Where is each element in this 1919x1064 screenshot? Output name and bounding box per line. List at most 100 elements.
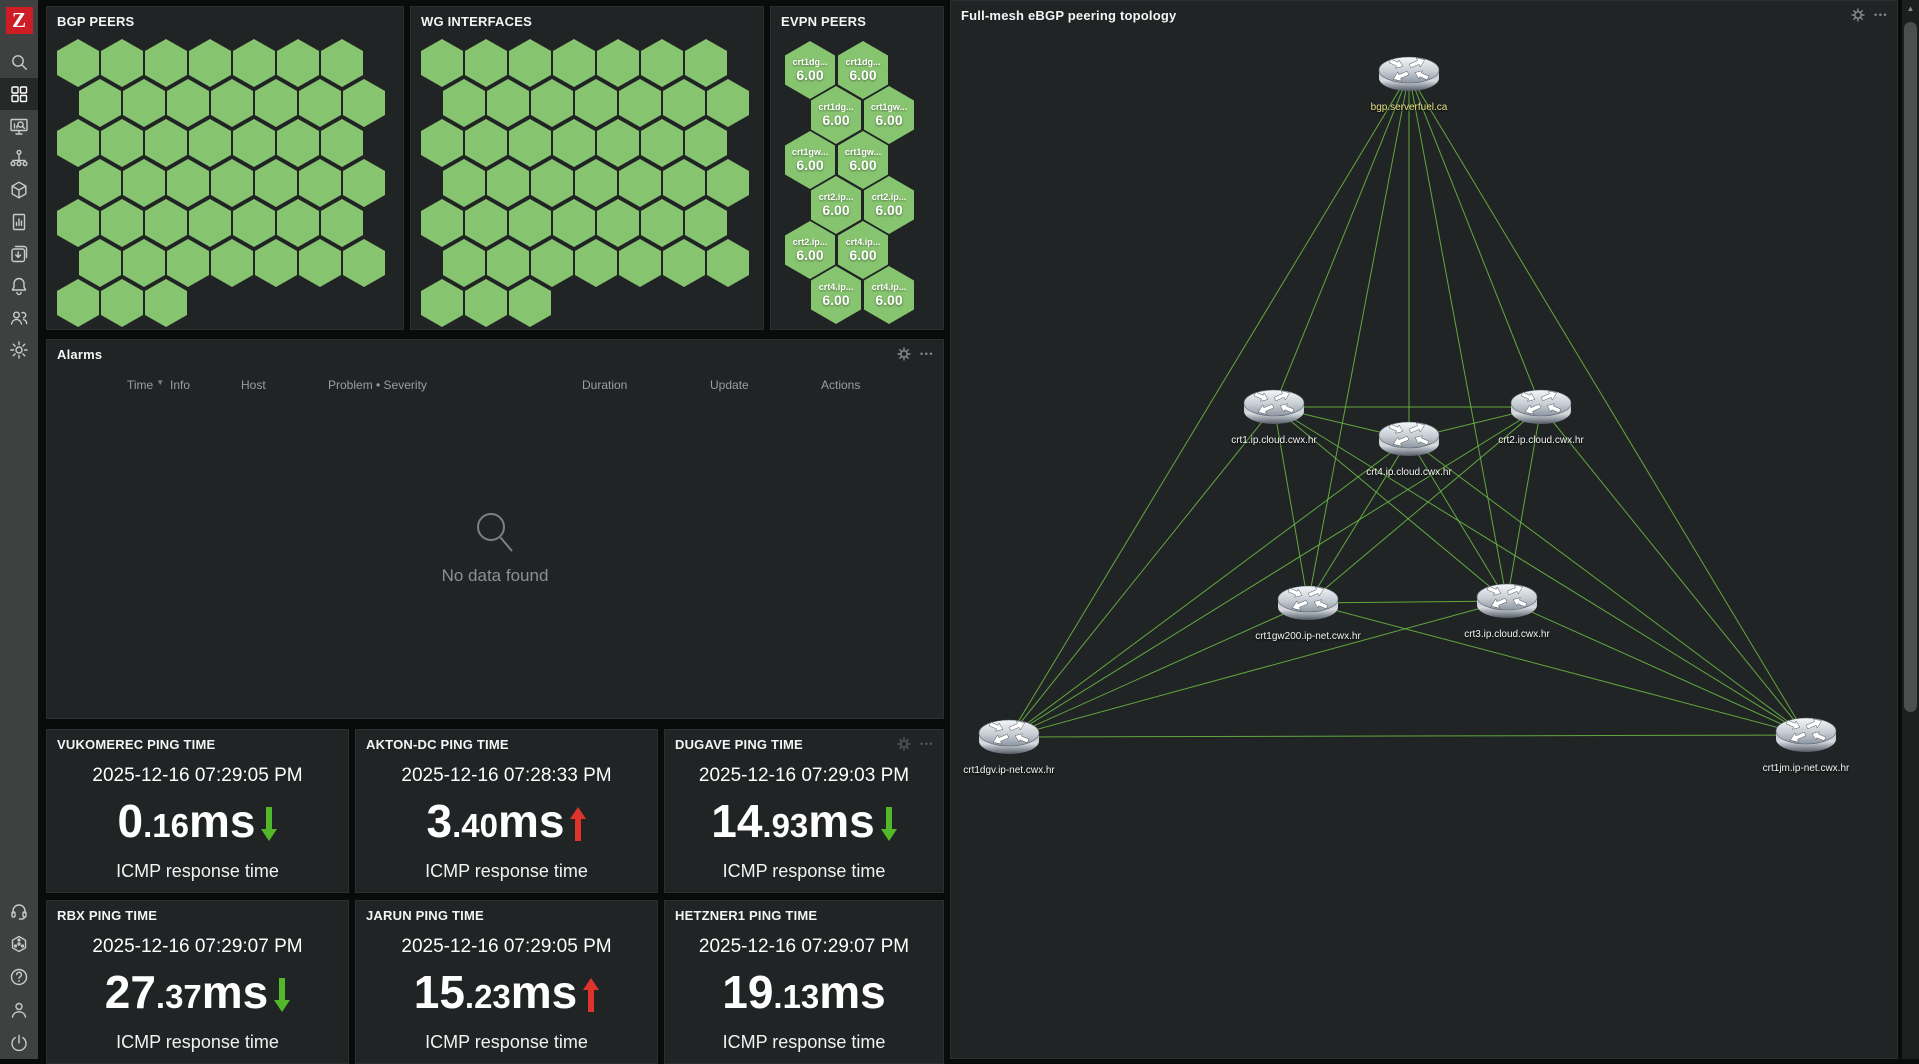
panel-menu-icon[interactable]: •••	[920, 347, 934, 361]
honeycomb-cell[interactable]	[189, 199, 231, 247]
honeycomb-cell[interactable]	[443, 79, 485, 127]
honeycomb-cell[interactable]	[641, 119, 683, 167]
page-scrollbar[interactable]: ▲	[1902, 0, 1919, 1059]
honeycomb-cell[interactable]	[343, 239, 385, 287]
honeycomb-cell[interactable]: crt4.ip...6.00	[811, 266, 861, 324]
honeycomb-cell[interactable]	[299, 239, 341, 287]
alarms-column-time[interactable]: Time▼	[127, 378, 153, 392]
sidebar-item-search[interactable]	[0, 46, 38, 78]
honeycomb-cell[interactable]	[619, 79, 661, 127]
honeycomb-cell[interactable]	[553, 199, 595, 247]
sidebar-item-services[interactable]	[0, 142, 38, 174]
honeycomb-cell[interactable]	[57, 39, 99, 87]
honeycomb-cell[interactable]: crt4.ip...6.00	[864, 266, 914, 324]
honeycomb-cell[interactable]	[707, 79, 749, 127]
sidebar-item-alerts[interactable]	[0, 270, 38, 302]
honeycomb-cell[interactable]	[509, 39, 551, 87]
sidebar-item-sign-out[interactable]	[0, 1026, 38, 1059]
honeycomb-cell[interactable]	[211, 159, 253, 207]
honeycomb-cell[interactable]	[343, 79, 385, 127]
honeycomb-cell[interactable]	[641, 39, 683, 87]
honeycomb-cell[interactable]	[531, 239, 573, 287]
honeycomb-cell[interactable]	[277, 119, 319, 167]
honeycomb-cell[interactable]	[101, 39, 143, 87]
honeycomb-cell[interactable]	[421, 39, 463, 87]
sidebar-item-reports[interactable]	[0, 206, 38, 238]
honeycomb-cell[interactable]	[189, 119, 231, 167]
honeycomb-cell[interactable]	[509, 199, 551, 247]
scrollbar-thumb[interactable]	[1904, 22, 1917, 712]
honeycomb-cell[interactable]	[487, 159, 529, 207]
honeycomb-cell[interactable]: crt1gw...6.00	[864, 86, 914, 144]
alarms-column-host[interactable]: Host	[241, 378, 266, 392]
topology-node[interactable]: crt4.ip.cloud.cwx.hr	[1354, 415, 1464, 478]
honeycomb-cell[interactable]: crt2.ip...6.00	[785, 221, 835, 279]
panel-gear-icon[interactable]	[897, 737, 911, 751]
honeycomb-cell[interactable]	[255, 239, 297, 287]
honeycomb-cell[interactable]	[57, 199, 99, 247]
honeycomb-cell[interactable]: crt1gw...6.00	[838, 131, 888, 189]
honeycomb-cell[interactable]: crt1dg...6.00	[838, 41, 888, 99]
honeycomb-cell[interactable]	[421, 119, 463, 167]
honeycomb-cell[interactable]	[443, 239, 485, 287]
honeycomb-cell[interactable]	[233, 39, 275, 87]
honeycomb-cell[interactable]	[145, 279, 187, 327]
honeycomb-cell[interactable]	[531, 159, 573, 207]
honeycomb-cell[interactable]	[443, 159, 485, 207]
topology-node[interactable]: crt1gw200.ip-net.cwx.hr	[1253, 579, 1363, 642]
sidebar-item-support[interactable]	[0, 894, 38, 927]
zabbix-logo[interactable]: Z	[6, 7, 33, 34]
honeycomb-cell[interactable]	[167, 79, 209, 127]
honeycomb-cell[interactable]	[101, 119, 143, 167]
honeycomb-cell[interactable]	[465, 199, 507, 247]
honeycomb-cell[interactable]	[663, 79, 705, 127]
honeycomb-cell[interactable]	[685, 119, 727, 167]
scrollbar-up-arrow[interactable]: ▲	[1902, 4, 1919, 13]
honeycomb-cell[interactable]	[509, 119, 551, 167]
topology-node[interactable]: crt1dgv.ip-net.cwx.hr	[954, 713, 1064, 776]
honeycomb-cell[interactable]	[597, 199, 639, 247]
honeycomb-cell[interactable]	[487, 239, 529, 287]
sidebar-item-integrations[interactable]	[0, 927, 38, 960]
alarms-column-duration[interactable]: Duration	[582, 378, 627, 392]
honeycomb-cell[interactable]	[145, 119, 187, 167]
honeycomb-cell[interactable]	[343, 159, 385, 207]
honeycomb-cell[interactable]	[663, 159, 705, 207]
honeycomb-cell[interactable]	[321, 199, 363, 247]
honeycomb-cell[interactable]	[255, 79, 297, 127]
honeycomb-cell[interactable]	[79, 239, 121, 287]
sidebar-item-user-profile[interactable]	[0, 993, 38, 1026]
honeycomb-cell[interactable]	[189, 39, 231, 87]
honeycomb-cell[interactable]	[321, 39, 363, 87]
honeycomb-cell[interactable]	[509, 279, 551, 327]
sidebar-item-users[interactable]	[0, 302, 38, 334]
topology-node[interactable]: crt2.ip.cloud.cwx.hr	[1486, 383, 1596, 446]
honeycomb-cell[interactable]	[597, 39, 639, 87]
honeycomb-cell[interactable]	[211, 79, 253, 127]
honeycomb-cell[interactable]	[531, 79, 573, 127]
honeycomb-cell[interactable]	[553, 119, 595, 167]
honeycomb-cell[interactable]	[421, 199, 463, 247]
honeycomb-cell[interactable]	[465, 119, 507, 167]
honeycomb-cell[interactable]	[553, 39, 595, 87]
honeycomb-cell[interactable]	[641, 199, 683, 247]
honeycomb-cell[interactable]	[101, 279, 143, 327]
topology-node[interactable]: crt1.ip.cloud.cwx.hr	[1219, 383, 1329, 446]
honeycomb-cell[interactable]: crt2.ip...6.00	[864, 176, 914, 234]
honeycomb-cell[interactable]	[233, 199, 275, 247]
topology-node[interactable]: crt3.ip.cloud.cwx.hr	[1452, 577, 1562, 640]
honeycomb-cell[interactable]	[101, 199, 143, 247]
honeycomb-cell[interactable]	[707, 159, 749, 207]
alarms-column-update[interactable]: Update	[710, 378, 749, 392]
panel-gear-icon[interactable]	[897, 347, 911, 361]
sidebar-item-administration[interactable]	[0, 334, 38, 366]
honeycomb-cell[interactable]	[597, 119, 639, 167]
topology-node[interactable]: bgp.serverfuel.ca	[1354, 50, 1464, 113]
honeycomb-cell[interactable]: crt4.ip...6.00	[838, 221, 888, 279]
honeycomb-cell[interactable]	[211, 239, 253, 287]
honeycomb-cell[interactable]	[465, 279, 507, 327]
honeycomb-cell[interactable]	[575, 79, 617, 127]
sidebar-item-help[interactable]	[0, 960, 38, 993]
sidebar-item-data-collection[interactable]	[0, 238, 38, 270]
honeycomb-cell[interactable]	[487, 79, 529, 127]
